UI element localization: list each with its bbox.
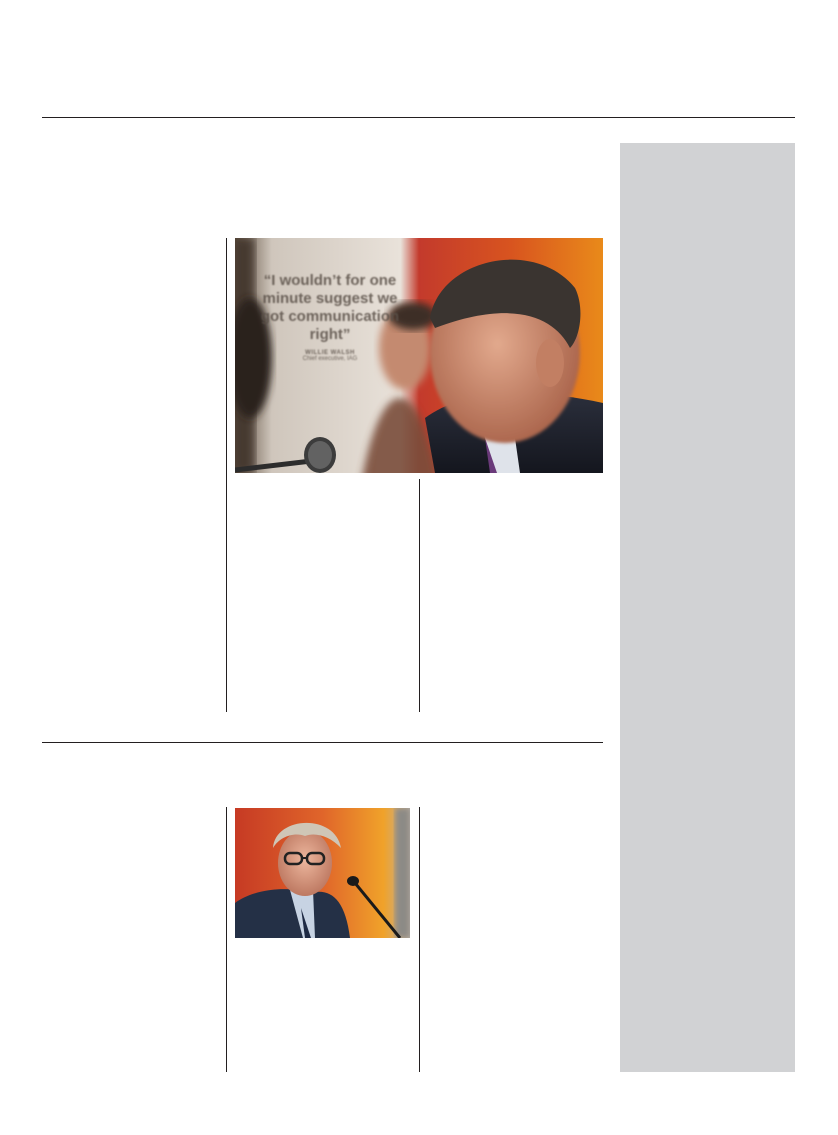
article-photo-speaker: [235, 808, 410, 938]
column-rule-left-2: [226, 807, 227, 1072]
top-rule: [42, 117, 795, 118]
speaker-photo-illustration: [235, 808, 410, 938]
sidebar-panel: [620, 143, 795, 1072]
photo-quote-overlay: “I wouldn’t for one minute suggest we go…: [260, 272, 400, 362]
column-rule-right: [419, 479, 420, 712]
column-rule-left: [226, 238, 227, 712]
column-rule-right-2: [419, 807, 420, 1072]
section-divider-rule: [42, 742, 603, 743]
article-photo-main: “I wouldn’t for one minute suggest we go…: [235, 238, 603, 473]
photo-quote-text: “I wouldn’t for one minute suggest we go…: [260, 272, 400, 343]
photo-quote-role: Chief executive, IAG: [302, 356, 358, 362]
